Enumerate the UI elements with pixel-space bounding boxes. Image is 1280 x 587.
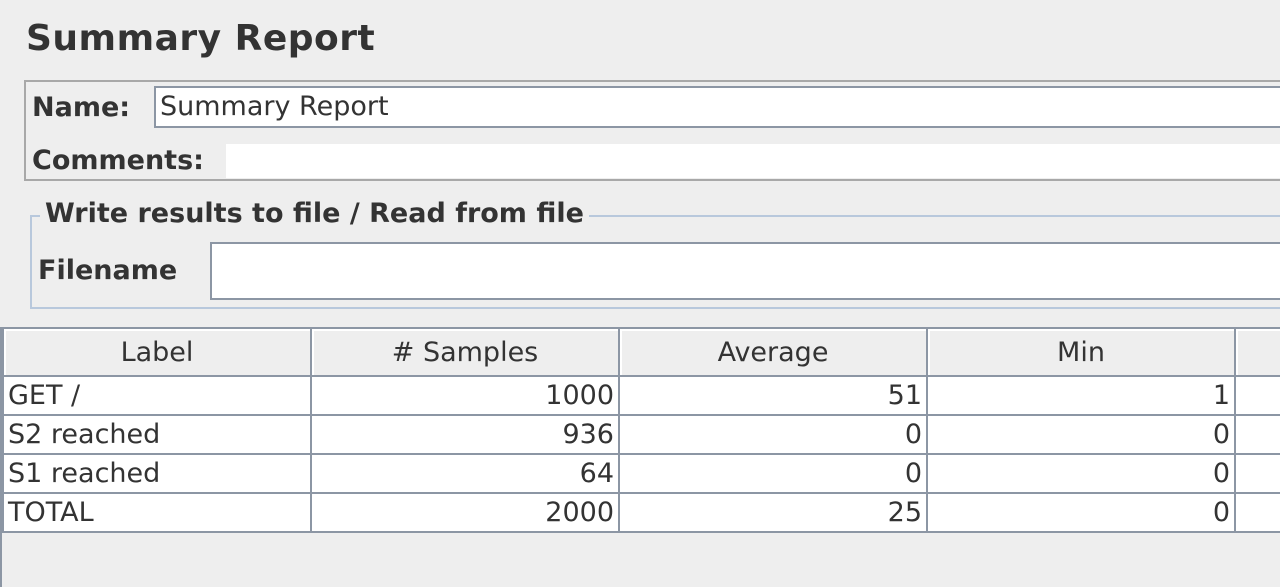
column-header-label[interactable]: Label [2, 329, 312, 377]
summary-report-panel: Summary Report Name: Summary Report Comm… [0, 0, 1280, 587]
cell-samples: 1000 [310, 375, 620, 416]
cell-label: S2 reached [2, 414, 312, 455]
name-comments-section: Name: Summary Report Comments: [24, 80, 1280, 181]
cell-next [1234, 414, 1280, 455]
cell-average: 0 [618, 414, 928, 455]
table-row[interactable]: S1 reached 64 0 0 [2, 453, 1280, 494]
page-title: Summary Report [26, 18, 376, 59]
cell-min: 0 [926, 492, 1236, 533]
cell-samples: 2000 [310, 492, 620, 533]
table-row[interactable]: TOTAL 2000 25 0 [2, 492, 1280, 533]
cell-min: 0 [926, 453, 1236, 494]
filename-input[interactable] [210, 242, 1280, 300]
cell-average: 51 [618, 375, 928, 416]
cell-samples: 64 [310, 453, 620, 494]
cell-label: TOTAL [2, 492, 312, 533]
column-header-next[interactable] [1234, 329, 1280, 377]
name-label: Name: [32, 92, 131, 123]
cell-next [1234, 453, 1280, 494]
comments-input[interactable] [226, 144, 1280, 178]
cell-next [1234, 375, 1280, 416]
file-group-legend: Write results to file / Read from file [40, 198, 589, 229]
table-row[interactable]: S2 reached 936 0 0 [2, 414, 1280, 455]
name-input[interactable]: Summary Report [154, 86, 1280, 128]
column-header-average[interactable]: Average [618, 329, 928, 377]
cell-average: 25 [618, 492, 928, 533]
cell-min: 0 [926, 414, 1236, 455]
table-row[interactable]: GET / 1000 51 1 [2, 375, 1280, 416]
column-header-samples[interactable]: # Samples [310, 329, 620, 377]
cell-average: 0 [618, 453, 928, 494]
file-group: Filename [30, 215, 1280, 309]
results-table: Label # Samples Average Min GET / 1000 5… [0, 327, 1280, 587]
filename-label: Filename [38, 255, 178, 286]
table-header-row: Label # Samples Average Min [2, 329, 1280, 377]
cell-next [1234, 492, 1280, 533]
cell-min: 1 [926, 375, 1236, 416]
cell-label: GET / [2, 375, 312, 416]
cell-samples: 936 [310, 414, 620, 455]
column-header-min[interactable]: Min [926, 329, 1236, 377]
comments-label: Comments: [32, 145, 204, 176]
cell-label: S1 reached [2, 453, 312, 494]
